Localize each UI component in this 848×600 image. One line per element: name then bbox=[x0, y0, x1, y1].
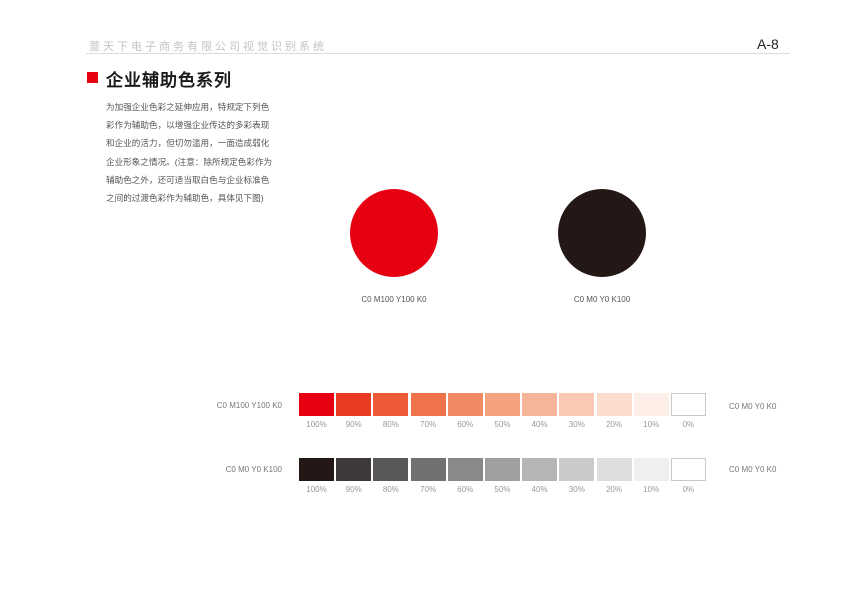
swatch-percentage-label: 60% bbox=[457, 420, 474, 429]
swatch-percentage-label: 30% bbox=[568, 485, 585, 494]
swatch-percentage-label: 20% bbox=[605, 485, 622, 494]
red-gradient-start-label: C0 M100 Y100 K0 bbox=[216, 401, 282, 410]
swatch-percentage-label: 0% bbox=[682, 420, 695, 429]
color-swatch bbox=[670, 393, 706, 416]
swatch-percentage-label: 10% bbox=[643, 420, 660, 429]
black-gradient-swatches bbox=[299, 458, 708, 481]
color-swatch bbox=[633, 393, 669, 416]
swatch-percentage-label: 100% bbox=[306, 485, 327, 494]
swatch-percentage-label: 90% bbox=[345, 420, 362, 429]
red-gradient-end-label: C0 M0 Y0 K0 bbox=[729, 402, 777, 411]
description-line: 和企业的活力，但切勿滥用，一面造成弱化 bbox=[106, 138, 270, 149]
red-color-label: C0 M100 Y100 K0 bbox=[361, 295, 427, 304]
color-swatch bbox=[373, 393, 409, 416]
swatch-percentage-label: 40% bbox=[531, 485, 548, 494]
color-swatch bbox=[484, 458, 520, 481]
swatch-percentage-label: 10% bbox=[643, 485, 660, 494]
color-swatch bbox=[336, 393, 372, 416]
swatch-percentage-label: 70% bbox=[420, 420, 437, 429]
color-swatch bbox=[596, 458, 632, 481]
document-header-title: 蔷天下电子商务有限公司视觉识别系统 bbox=[89, 41, 327, 53]
swatch-percentage-label: 50% bbox=[494, 420, 511, 429]
swatch-percentage-label: 40% bbox=[531, 420, 548, 429]
red-color-circle bbox=[350, 189, 438, 277]
description-line: 辅助色之外，还可适当取白色与企业标准色 bbox=[106, 174, 270, 185]
color-swatch bbox=[559, 393, 595, 416]
swatch-percentage-label: 80% bbox=[382, 485, 399, 494]
color-swatch bbox=[447, 393, 483, 416]
swatch-percentage-label: 70% bbox=[420, 485, 437, 494]
color-swatch bbox=[299, 393, 334, 416]
color-swatch bbox=[410, 393, 446, 416]
black-gradient-percentages: 100% 90% 80% 70% 60% 50% 40% 30% 20% 10% 0% bbox=[299, 485, 708, 494]
description-line: 之间的过渡色彩作为辅助色，具体见下图) bbox=[106, 193, 264, 204]
color-swatch bbox=[522, 458, 558, 481]
color-swatch bbox=[522, 393, 558, 416]
black-gradient-end-label: C0 M0 Y0 K0 bbox=[729, 465, 777, 474]
section-title: 企业辅助色系列 bbox=[106, 71, 232, 90]
section-description: 为加强企业色彩之延伸应用，特规定下列色 彩作为辅助色，以增强企业传达的多彩表现 … bbox=[106, 98, 273, 207]
swatch-percentage-label: 60% bbox=[457, 485, 474, 494]
swatch-percentage-label: 80% bbox=[382, 420, 399, 429]
header-divider bbox=[86, 53, 790, 54]
color-swatch bbox=[336, 458, 372, 481]
black-color-circle bbox=[558, 189, 646, 277]
description-line: 彩作为辅助色，以增强企业传达的多彩表现 bbox=[106, 120, 270, 131]
swatch-percentage-label: 90% bbox=[345, 485, 362, 494]
color-swatch bbox=[596, 393, 632, 416]
red-gradient-swatches bbox=[299, 393, 708, 416]
color-swatch bbox=[559, 458, 595, 481]
color-swatch bbox=[299, 458, 334, 481]
swatch-percentage-label: 20% bbox=[605, 420, 622, 429]
color-swatch bbox=[670, 458, 706, 481]
color-swatch bbox=[410, 458, 446, 481]
swatch-percentage-label: 0% bbox=[682, 485, 695, 494]
description-line: 为加强企业色彩之延伸应用，特规定下列色 bbox=[106, 102, 270, 112]
black-color-label: C0 M0 Y0 K100 bbox=[573, 295, 631, 304]
red-gradient-percentages: 100% 90% 80% 70% 60% 50% 40% 30% 20% 10% 0% bbox=[299, 420, 708, 429]
black-gradient-start-label: C0 M0 Y0 K100 bbox=[225, 465, 282, 474]
description-line: 企业形象之情况。(注意：除所规定色彩作为 bbox=[106, 156, 273, 167]
color-swatch bbox=[484, 393, 520, 416]
color-swatch bbox=[633, 458, 669, 481]
page-number: A-8 bbox=[757, 36, 779, 52]
swatch-percentage-label: 100% bbox=[306, 420, 327, 429]
swatch-percentage-label: 50% bbox=[494, 485, 511, 494]
color-swatch bbox=[373, 458, 409, 481]
swatch-percentage-label: 30% bbox=[568, 420, 585, 429]
color-swatch bbox=[447, 458, 483, 481]
section-marker-square bbox=[87, 72, 98, 83]
